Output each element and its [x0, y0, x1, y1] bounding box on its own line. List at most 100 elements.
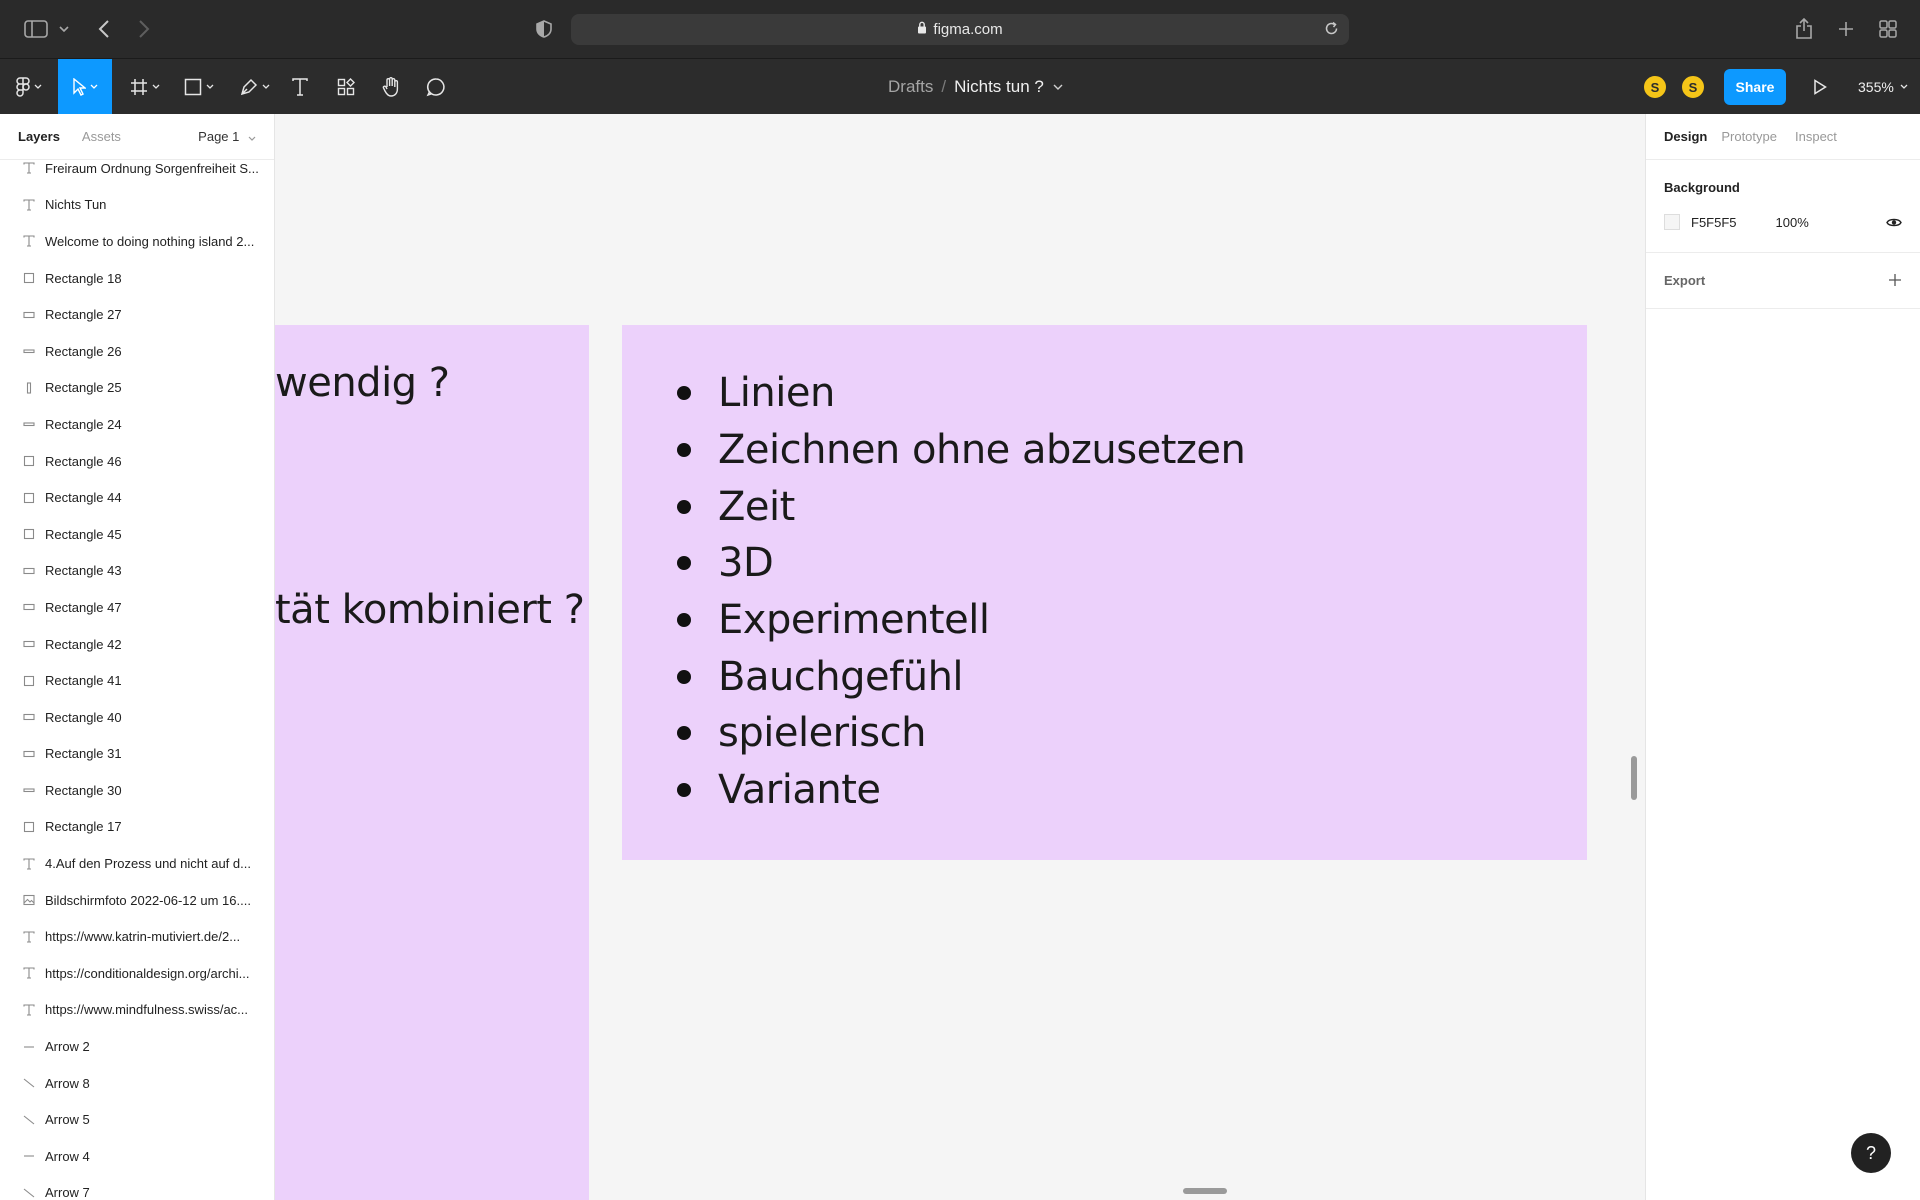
layer-row[interactable]: Arrow 7 [0, 1175, 274, 1200]
new-tab-plus-icon[interactable] [1834, 15, 1858, 43]
layer-row[interactable]: Rectangle 40 [0, 699, 274, 736]
rectangle-icon [19, 528, 39, 540]
layer-row[interactable]: Rectangle 46 [0, 443, 274, 480]
present-play-icon[interactable] [1808, 59, 1832, 114]
layer-row[interactable]: Rectangle 25 [0, 370, 274, 407]
bullet-item: Variante [677, 762, 1245, 819]
vertical-scrollbar[interactable] [1631, 756, 1637, 800]
layer-name: Rectangle 46 [45, 453, 122, 469]
visibility-eye-icon[interactable] [1886, 217, 1902, 228]
background-opacity[interactable]: 100% [1776, 215, 1809, 230]
rectangle-wide-icon [19, 601, 39, 613]
text-tool-icon[interactable] [286, 59, 314, 114]
privacy-shield-icon[interactable] [532, 15, 556, 43]
layer-row[interactable]: Welcome to doing nothing island 2... [0, 223, 274, 260]
layer-row[interactable]: Rectangle 27 [0, 296, 274, 333]
frame-tool-icon[interactable] [124, 59, 166, 114]
diagonal-line-icon [19, 1187, 39, 1199]
bullet-dot-icon [677, 556, 691, 571]
rectangle-wide-icon [19, 748, 39, 760]
text-icon [19, 931, 39, 943]
shape-tool-rectangle-icon[interactable] [178, 59, 220, 114]
layer-row[interactable]: https://conditionaldesign.org/archi... [0, 955, 274, 992]
resources-components-icon[interactable] [332, 59, 360, 114]
sidebar-menu-chevron-icon[interactable] [56, 15, 72, 43]
properties-panel: Design Prototype Inspect Background F5F5… [1645, 114, 1920, 1200]
layer-row[interactable]: Arrow 2 [0, 1028, 274, 1065]
layer-name: Rectangle 24 [45, 416, 122, 432]
layer-row[interactable]: https://www.katrin-mutiviert.de/2... [0, 918, 274, 955]
user-avatar[interactable]: S [1642, 74, 1668, 100]
address-bar[interactable]: figma.com [571, 14, 1349, 45]
layer-row[interactable]: Nichts Tun [0, 187, 274, 224]
hand-tool-icon[interactable] [377, 59, 405, 114]
layer-row[interactable]: Rectangle 17 [0, 809, 274, 846]
layer-row[interactable]: Rectangle 31 [0, 736, 274, 773]
help-button[interactable]: ? [1851, 1133, 1891, 1173]
layer-row[interactable]: Rectangle 45 [0, 516, 274, 553]
layer-name: Rectangle 25 [45, 380, 122, 396]
layer-row[interactable]: Rectangle 47 [0, 589, 274, 626]
tab-assets[interactable]: Assets [82, 129, 121, 144]
bullet-item: spielerisch [677, 705, 1245, 762]
horizontal-scrollbar[interactable] [1183, 1188, 1227, 1194]
frame-right[interactable]: Linien Zeichnen ohne abzusetzen Zeit 3D Expe… [622, 325, 1587, 860]
file-menu-chevron-icon[interactable] [1053, 84, 1063, 90]
background-fill-row[interactable]: F5F5F5 100% [1664, 214, 1809, 230]
add-export-plus-icon[interactable] [1888, 273, 1902, 287]
comment-tool-icon[interactable] [422, 59, 450, 114]
layer-row[interactable]: Arrow 4 [0, 1138, 274, 1175]
background-title: Background [1664, 180, 1740, 195]
layer-name: Welcome to doing nothing island 2... [45, 233, 255, 249]
layer-name: Rectangle 41 [45, 673, 122, 689]
reload-icon[interactable] [1324, 21, 1339, 40]
sidebar-toggle-icon[interactable] [22, 15, 50, 43]
layer-row[interactable]: Arrow 8 [0, 1065, 274, 1102]
drafts-breadcrumb-link[interactable]: Drafts [888, 77, 933, 97]
move-tool-cursor-icon[interactable] [58, 59, 112, 114]
tab-overview-icon[interactable] [1876, 15, 1900, 43]
layer-row[interactable]: Rectangle 24 [0, 406, 274, 443]
layer-row[interactable]: https://www.mindfulness.swiss/ac... [0, 992, 274, 1029]
layer-row[interactable]: Rectangle 43 [0, 553, 274, 590]
layer-row[interactable]: Rectangle 18 [0, 260, 274, 297]
layer-name: https://conditionaldesign.org/archi... [45, 965, 250, 981]
layer-row[interactable]: Rectangle 41 [0, 662, 274, 699]
background-color-swatch[interactable] [1664, 214, 1680, 230]
layer-row[interactable]: 4.Auf den Prozess und nicht auf d... [0, 845, 274, 882]
layer-row[interactable]: Bildschirmfoto 2022-06-12 um 16.... [0, 882, 274, 919]
layer-row[interactable]: Arrow 5 [0, 1101, 274, 1138]
rectangle-icon [19, 675, 39, 687]
rectangle-wide-icon [19, 309, 39, 321]
file-name[interactable]: Nichts tun ? [954, 77, 1044, 97]
layer-row[interactable]: Freiraum Ordnung Sorgenfreiheit S... [0, 150, 274, 187]
layer-row[interactable]: Rectangle 44 [0, 479, 274, 516]
layer-row[interactable]: Rectangle 30 [0, 772, 274, 809]
main-menu-figma-icon[interactable] [8, 59, 50, 114]
pen-tool-icon[interactable] [234, 59, 276, 114]
tab-inspect[interactable]: Inspect [1795, 129, 1837, 144]
tab-layers[interactable]: Layers [18, 129, 60, 144]
zoom-control[interactable]: 355% [1858, 59, 1908, 114]
bullet-item: 3D [677, 535, 1245, 592]
bullet-item: Zeit [677, 478, 1245, 535]
layer-name: Arrow 4 [45, 1148, 90, 1164]
tab-design[interactable]: Design [1664, 129, 1707, 144]
share-button[interactable]: Share [1724, 69, 1786, 105]
background-hex[interactable]: F5F5F5 [1691, 215, 1737, 230]
layer-row[interactable]: Rectangle 42 [0, 626, 274, 663]
layer-row[interactable]: Rectangle 26 [0, 333, 274, 370]
design-canvas[interactable]: wendig ? tät kombiniert ? Linien Zeichnen… [275, 114, 1645, 1200]
tab-prototype[interactable]: Prototype [1721, 129, 1777, 144]
forward-arrow-icon[interactable] [132, 15, 156, 43]
share-page-icon[interactable] [1792, 15, 1816, 43]
user-avatar[interactable]: S [1680, 74, 1706, 100]
bullet-dot-icon [677, 726, 691, 741]
back-arrow-icon[interactable] [92, 15, 116, 43]
frame-left[interactable]: wendig ? tät kombiniert ? [275, 325, 589, 1200]
diagonal-line-icon [19, 1077, 39, 1089]
bullet-dot-icon [677, 783, 691, 798]
bullet-text: Variante [718, 767, 881, 814]
layer-name: Rectangle 30 [45, 782, 122, 798]
page-selector[interactable]: Page 1 [198, 129, 256, 144]
